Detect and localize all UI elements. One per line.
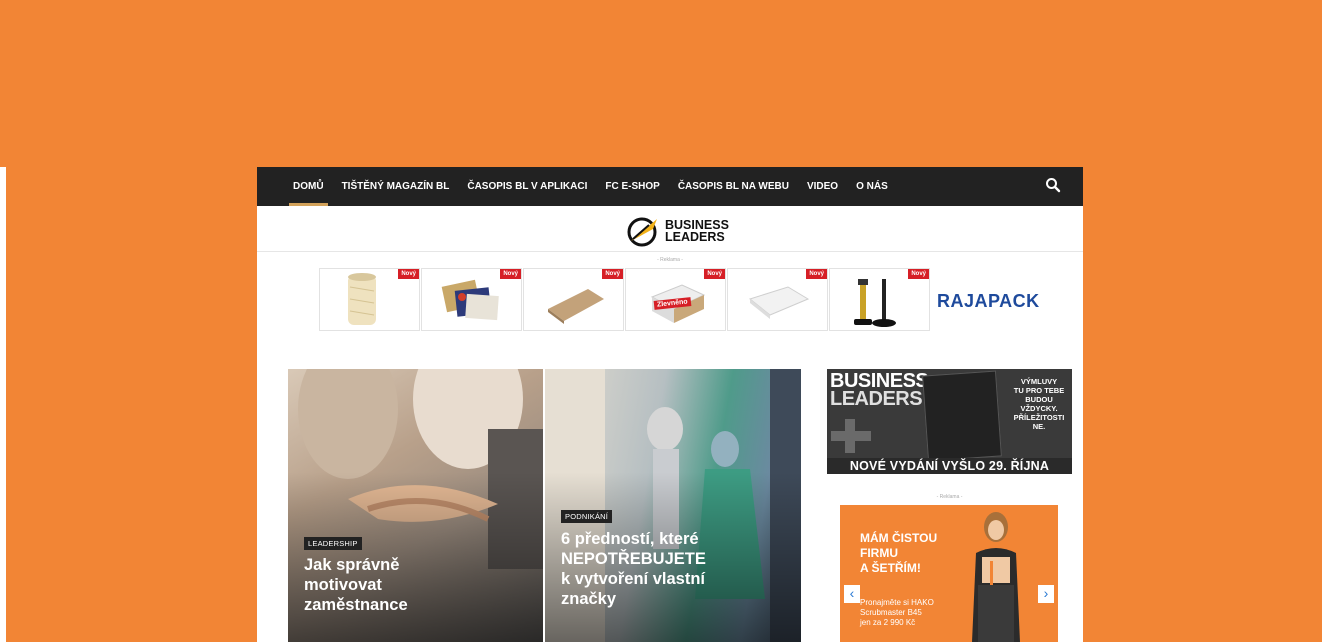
ad-label: - Reklama - xyxy=(657,257,683,263)
new-badge: Nový xyxy=(500,269,521,279)
plus-icon xyxy=(831,419,871,453)
headline-line: k vytvoření vlastní xyxy=(561,570,705,588)
article-headline[interactable]: Jak správně motivovat zaměstnance xyxy=(304,555,408,615)
headline-line: Jak správně xyxy=(304,556,400,574)
side-line: VÝMLUVY xyxy=(1020,377,1058,386)
sidebar-ad-label: - Reklama - xyxy=(936,494,963,500)
product-card[interactable]: Nový xyxy=(319,268,420,331)
new-issue-banner: NOVÉ VYDÁNÍ VYŠLO 29. ŘÍJNA xyxy=(827,458,1072,474)
site-logo[interactable]: BUSINESS LEADERS xyxy=(627,215,729,247)
nav-item-print-magazine[interactable]: TIŠTĚNÝ MAGAZÍN BL xyxy=(342,167,450,206)
ad-headline-line: FIRMU xyxy=(860,546,898,560)
nav-item-home[interactable]: DOMŮ xyxy=(289,167,328,206)
promo-title-line-2: LEADERS xyxy=(830,388,923,410)
nav-item-app-magazine[interactable]: ČASOPIS BL V APLIKACI xyxy=(467,167,587,206)
new-badge: Nový xyxy=(704,269,725,279)
side-line: TU PRO TEBE xyxy=(1013,386,1065,395)
featured-article-leadership[interactable]: LEADERSHIP Jak správně motivovat zaměstn… xyxy=(288,369,543,642)
product-card[interactable]: Nový xyxy=(727,268,828,331)
ad-headline-line: MÁM ČISTOU xyxy=(860,531,938,545)
ad-sub-line: jen za 2 990 Kč xyxy=(860,618,916,627)
ad-subtext: Pronajměte si HAKO Scrubmaster B45 jen z… xyxy=(860,598,934,628)
nav-item-about[interactable]: O NÁS xyxy=(856,167,888,206)
header-divider xyxy=(257,251,1083,252)
nav-item-web-magazine[interactable]: ČASOPIS BL NA WEBU xyxy=(678,167,789,206)
new-badge: Nový xyxy=(398,269,419,279)
product-card[interactable]: Zlevněno Nový xyxy=(625,268,726,331)
nav-items: DOMŮ TIŠTĚNÝ MAGAZÍN BL ČASOPIS BL V APL… xyxy=(289,167,906,206)
headline-line: 6 předností, které xyxy=(561,530,699,548)
nav-item-eshop[interactable]: FC E-SHOP xyxy=(605,167,659,206)
logo-text: BUSINESS LEADERS xyxy=(665,219,729,244)
website-screenshot: DOMŮ TIŠTĚNÝ MAGAZÍN BL ČASOPIS BL V APL… xyxy=(257,167,1083,642)
category-tag[interactable]: PODNIKÁNÍ xyxy=(561,510,613,523)
side-line: BUDOU xyxy=(1025,395,1053,404)
ad-woman-image xyxy=(972,512,1020,642)
left-edge-strip xyxy=(0,167,6,642)
side-line: PŘÍLEŽITOSTI xyxy=(1013,413,1065,422)
new-badge: Nový xyxy=(806,269,827,279)
product-ad-strip: Nový Nový Nový Zlevněno Nový Nový Nový xyxy=(319,268,931,331)
category-tag[interactable]: LEADERSHIP xyxy=(304,537,362,550)
headline-line: motivovat xyxy=(304,576,382,594)
headline-line: značky xyxy=(561,590,617,608)
search-icon[interactable] xyxy=(1045,177,1061,193)
carousel-prev-icon[interactable]: ‹ xyxy=(844,585,860,603)
ad-headline: MÁM ČISTOU FIRMU A ŠETŘÍM! xyxy=(860,531,937,576)
hako-ad-banner[interactable]: MÁM ČISTOU FIRMU A ŠETŘÍM! Pronajměte si… xyxy=(840,505,1058,642)
product-card[interactable]: Nový xyxy=(421,268,522,331)
product-card[interactable]: Nový xyxy=(829,268,930,331)
carousel-next-icon[interactable]: › xyxy=(1038,585,1054,603)
top-banner-background xyxy=(0,0,1322,167)
promo-title: BUSINESS LEADERS xyxy=(830,371,929,410)
nav-item-video[interactable]: VIDEO xyxy=(807,167,838,206)
side-line: VŽDYCKY. xyxy=(1020,404,1058,413)
ad-sub-line: Pronajměte si HAKO xyxy=(860,598,934,607)
headline-line: NEPOTŘEBUJETE xyxy=(561,550,706,568)
new-badge: Nový xyxy=(908,269,929,279)
magazine-cover-image xyxy=(922,370,1002,462)
product-card[interactable]: Nový xyxy=(523,268,624,331)
headline-line: zaměstnance xyxy=(304,596,408,614)
logo-line-2: LEADERS xyxy=(665,230,725,244)
ad-sub-line: Scrubmaster B45 xyxy=(860,608,922,617)
side-line: NE. xyxy=(1032,422,1046,431)
main-navigation: DOMŮ TIŠTĚNÝ MAGAZÍN BL ČASOPIS BL V APL… xyxy=(257,167,1083,206)
magazine-promo-banner[interactable]: BUSINESS LEADERS VÝMLUVY TU PRO TEBE BUD… xyxy=(827,369,1072,474)
logo-mark-icon xyxy=(627,217,657,247)
rajapack-logo[interactable]: RAJAPACK xyxy=(937,291,1040,312)
promo-side-text: VÝMLUVY TU PRO TEBE BUDOU VŽDYCKY. PŘÍLE… xyxy=(1009,377,1069,431)
new-badge: Nový xyxy=(602,269,623,279)
article-headline[interactable]: 6 předností, které NEPOTŘEBUJETE k vytvo… xyxy=(561,529,706,609)
ad-headline-line: A ŠETŘÍM! xyxy=(860,561,921,575)
featured-article-business[interactable]: PODNIKÁNÍ 6 předností, které NEPOTŘEBUJE… xyxy=(545,369,801,642)
